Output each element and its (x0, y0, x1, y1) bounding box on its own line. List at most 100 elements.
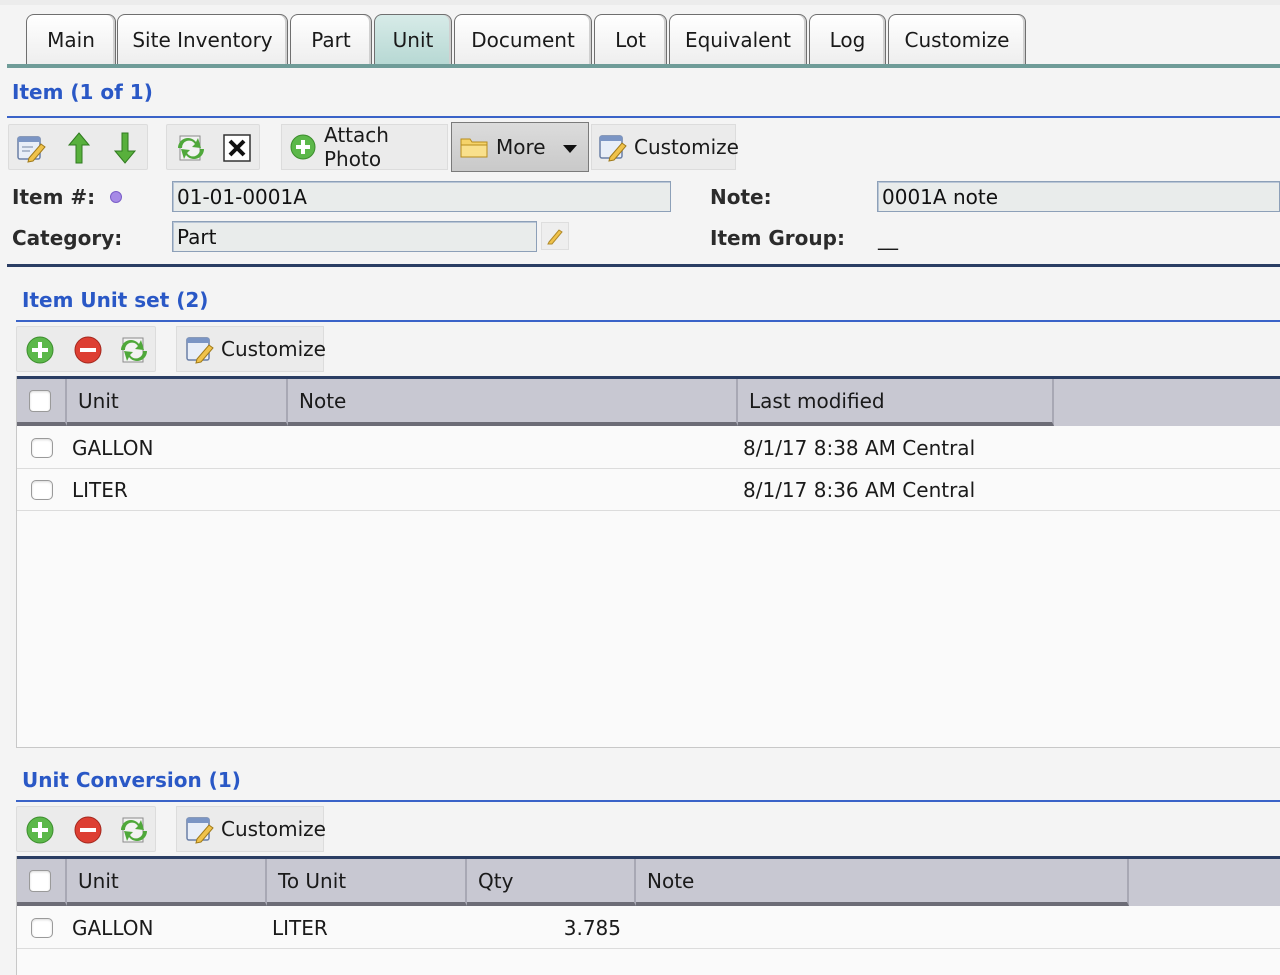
item-action-toolbar (166, 124, 260, 170)
column-header-unit[interactable]: Unit (67, 859, 267, 906)
customize-label: Customize (221, 817, 326, 841)
refresh-button[interactable] (171, 129, 211, 167)
tab-lot[interactable]: Lot (594, 14, 667, 66)
tab-main[interactable]: Main (26, 14, 116, 66)
tab-document[interactable]: Document (454, 14, 592, 66)
arrow-up-icon (67, 132, 91, 164)
add-icon (26, 816, 54, 844)
unit-conversion-rule (16, 800, 1280, 802)
unit-set-rule (16, 320, 1280, 322)
select-all-checkbox[interactable] (29, 869, 51, 892)
add-icon (26, 336, 54, 364)
cell-last-modified: 8/1/17 8:36 AM Central (743, 478, 976, 502)
edit-icon (17, 136, 46, 163)
note-label: Note: (710, 185, 772, 209)
edit-button[interactable] (11, 129, 51, 167)
tab-customize[interactable]: Customize (888, 14, 1026, 66)
conversion-refresh-button[interactable] (115, 811, 153, 849)
note-field[interactable]: 0001A note (877, 181, 1280, 212)
column-header-unit[interactable]: Unit (67, 379, 288, 426)
header-spacer (1054, 379, 1280, 426)
customize-label: Customize (634, 135, 739, 159)
tab-underline (7, 64, 1280, 68)
close-icon (223, 134, 251, 162)
item-nav-toolbar (8, 124, 148, 170)
cell-unit: LITER (72, 478, 128, 502)
conversion-add-button[interactable] (21, 811, 59, 849)
folder-icon (460, 138, 488, 158)
unit-set-refresh-button[interactable] (115, 331, 153, 369)
item-section-rule (7, 116, 1280, 118)
refresh-icon (121, 817, 147, 843)
unit-conversion-grid: Unit To Unit Qty Note GALLON LITER 3.785 (16, 856, 1280, 975)
attach-photo-label: Attach Photo (324, 123, 389, 171)
row-checkbox[interactable] (31, 438, 53, 458)
unit-set-title: Item Unit set (2) (22, 288, 209, 312)
row-checkbox[interactable] (31, 918, 53, 938)
item-customize-button[interactable]: Customize (591, 124, 739, 170)
unit-conversion-toolbar (16, 806, 156, 852)
category-field[interactable]: Part (172, 221, 537, 252)
unit-set-grid-header: Unit Note Last modified (17, 376, 1280, 426)
select-all-cell (17, 859, 67, 906)
select-all-checkbox[interactable] (29, 389, 51, 412)
table-row[interactable]: LITER 8/1/17 8:36 AM Central (17, 469, 1280, 511)
chevron-down-icon (562, 135, 578, 159)
customize-icon (186, 817, 214, 844)
category-edit-button[interactable] (541, 222, 569, 250)
remove-icon (74, 816, 102, 844)
more-menu-button[interactable]: More (451, 122, 589, 172)
item-section-bottom-rule (7, 264, 1280, 267)
conversion-remove-button[interactable] (69, 811, 107, 849)
tab-equivalent[interactable]: Equivalent (669, 14, 807, 66)
tab-log[interactable]: Log (809, 14, 886, 66)
unit-set-customize-button[interactable]: Customize (176, 326, 326, 372)
tab-site-inventory[interactable]: Site Inventory (117, 14, 288, 66)
unit-set-add-button[interactable] (21, 331, 59, 369)
unit-set-toolbar (16, 326, 156, 372)
arrow-down-icon (113, 132, 137, 164)
item-section-title: Item (1 of 1) (12, 80, 153, 104)
customize-icon (186, 337, 214, 364)
select-all-cell (17, 379, 67, 426)
item-number-field[interactable]: 01-01-0001A (172, 181, 671, 212)
column-header-note[interactable]: Note (636, 859, 1129, 906)
cell-to-unit: LITER (272, 916, 328, 940)
pencil-icon (547, 229, 563, 245)
tab-part[interactable]: Part (290, 14, 372, 66)
item-group-value[interactable]: __ (878, 226, 898, 250)
category-label: Category: (12, 226, 123, 250)
column-header-qty[interactable]: Qty (467, 859, 636, 906)
attach-photo-button[interactable]: Attach Photo (281, 123, 448, 171)
item-number-label: Item #: (12, 185, 96, 209)
customize-icon (599, 135, 627, 162)
customize-label: Customize (221, 337, 326, 361)
column-header-last-modified[interactable]: Last modified (738, 379, 1054, 426)
header-spacer (1129, 859, 1280, 906)
column-header-note[interactable]: Note (288, 379, 738, 426)
item-group-label: Item Group: (710, 226, 845, 250)
tab-bar: Main Site Inventory Part Unit Document L… (0, 0, 1280, 68)
cell-last-modified: 8/1/17 8:38 AM Central (743, 436, 976, 460)
delete-button[interactable] (217, 129, 257, 167)
unit-conversion-grid-header: Unit To Unit Qty Note (17, 856, 1280, 906)
table-row[interactable]: GALLON LITER 3.785 (17, 907, 1280, 949)
add-icon (290, 134, 316, 160)
unit-set-grid: Unit Note Last modified GALLON 8/1/17 8:… (16, 376, 1280, 748)
move-down-button[interactable] (105, 129, 145, 167)
top-strip (0, 0, 1280, 5)
required-dot-icon (110, 191, 122, 203)
tab-unit[interactable]: Unit (374, 14, 452, 66)
cell-unit: GALLON (72, 436, 154, 460)
refresh-icon (178, 135, 204, 161)
move-up-button[interactable] (59, 129, 99, 167)
conversion-customize-button[interactable]: Customize (176, 806, 326, 852)
cell-qty: 3.785 (563, 916, 621, 940)
unit-set-remove-button[interactable] (69, 331, 107, 369)
row-checkbox[interactable] (31, 480, 53, 500)
remove-icon (74, 336, 102, 364)
table-row[interactable]: GALLON 8/1/17 8:38 AM Central (17, 427, 1280, 469)
cell-unit: GALLON (72, 916, 154, 940)
column-header-to-unit[interactable]: To Unit (267, 859, 467, 906)
refresh-icon (121, 337, 147, 363)
